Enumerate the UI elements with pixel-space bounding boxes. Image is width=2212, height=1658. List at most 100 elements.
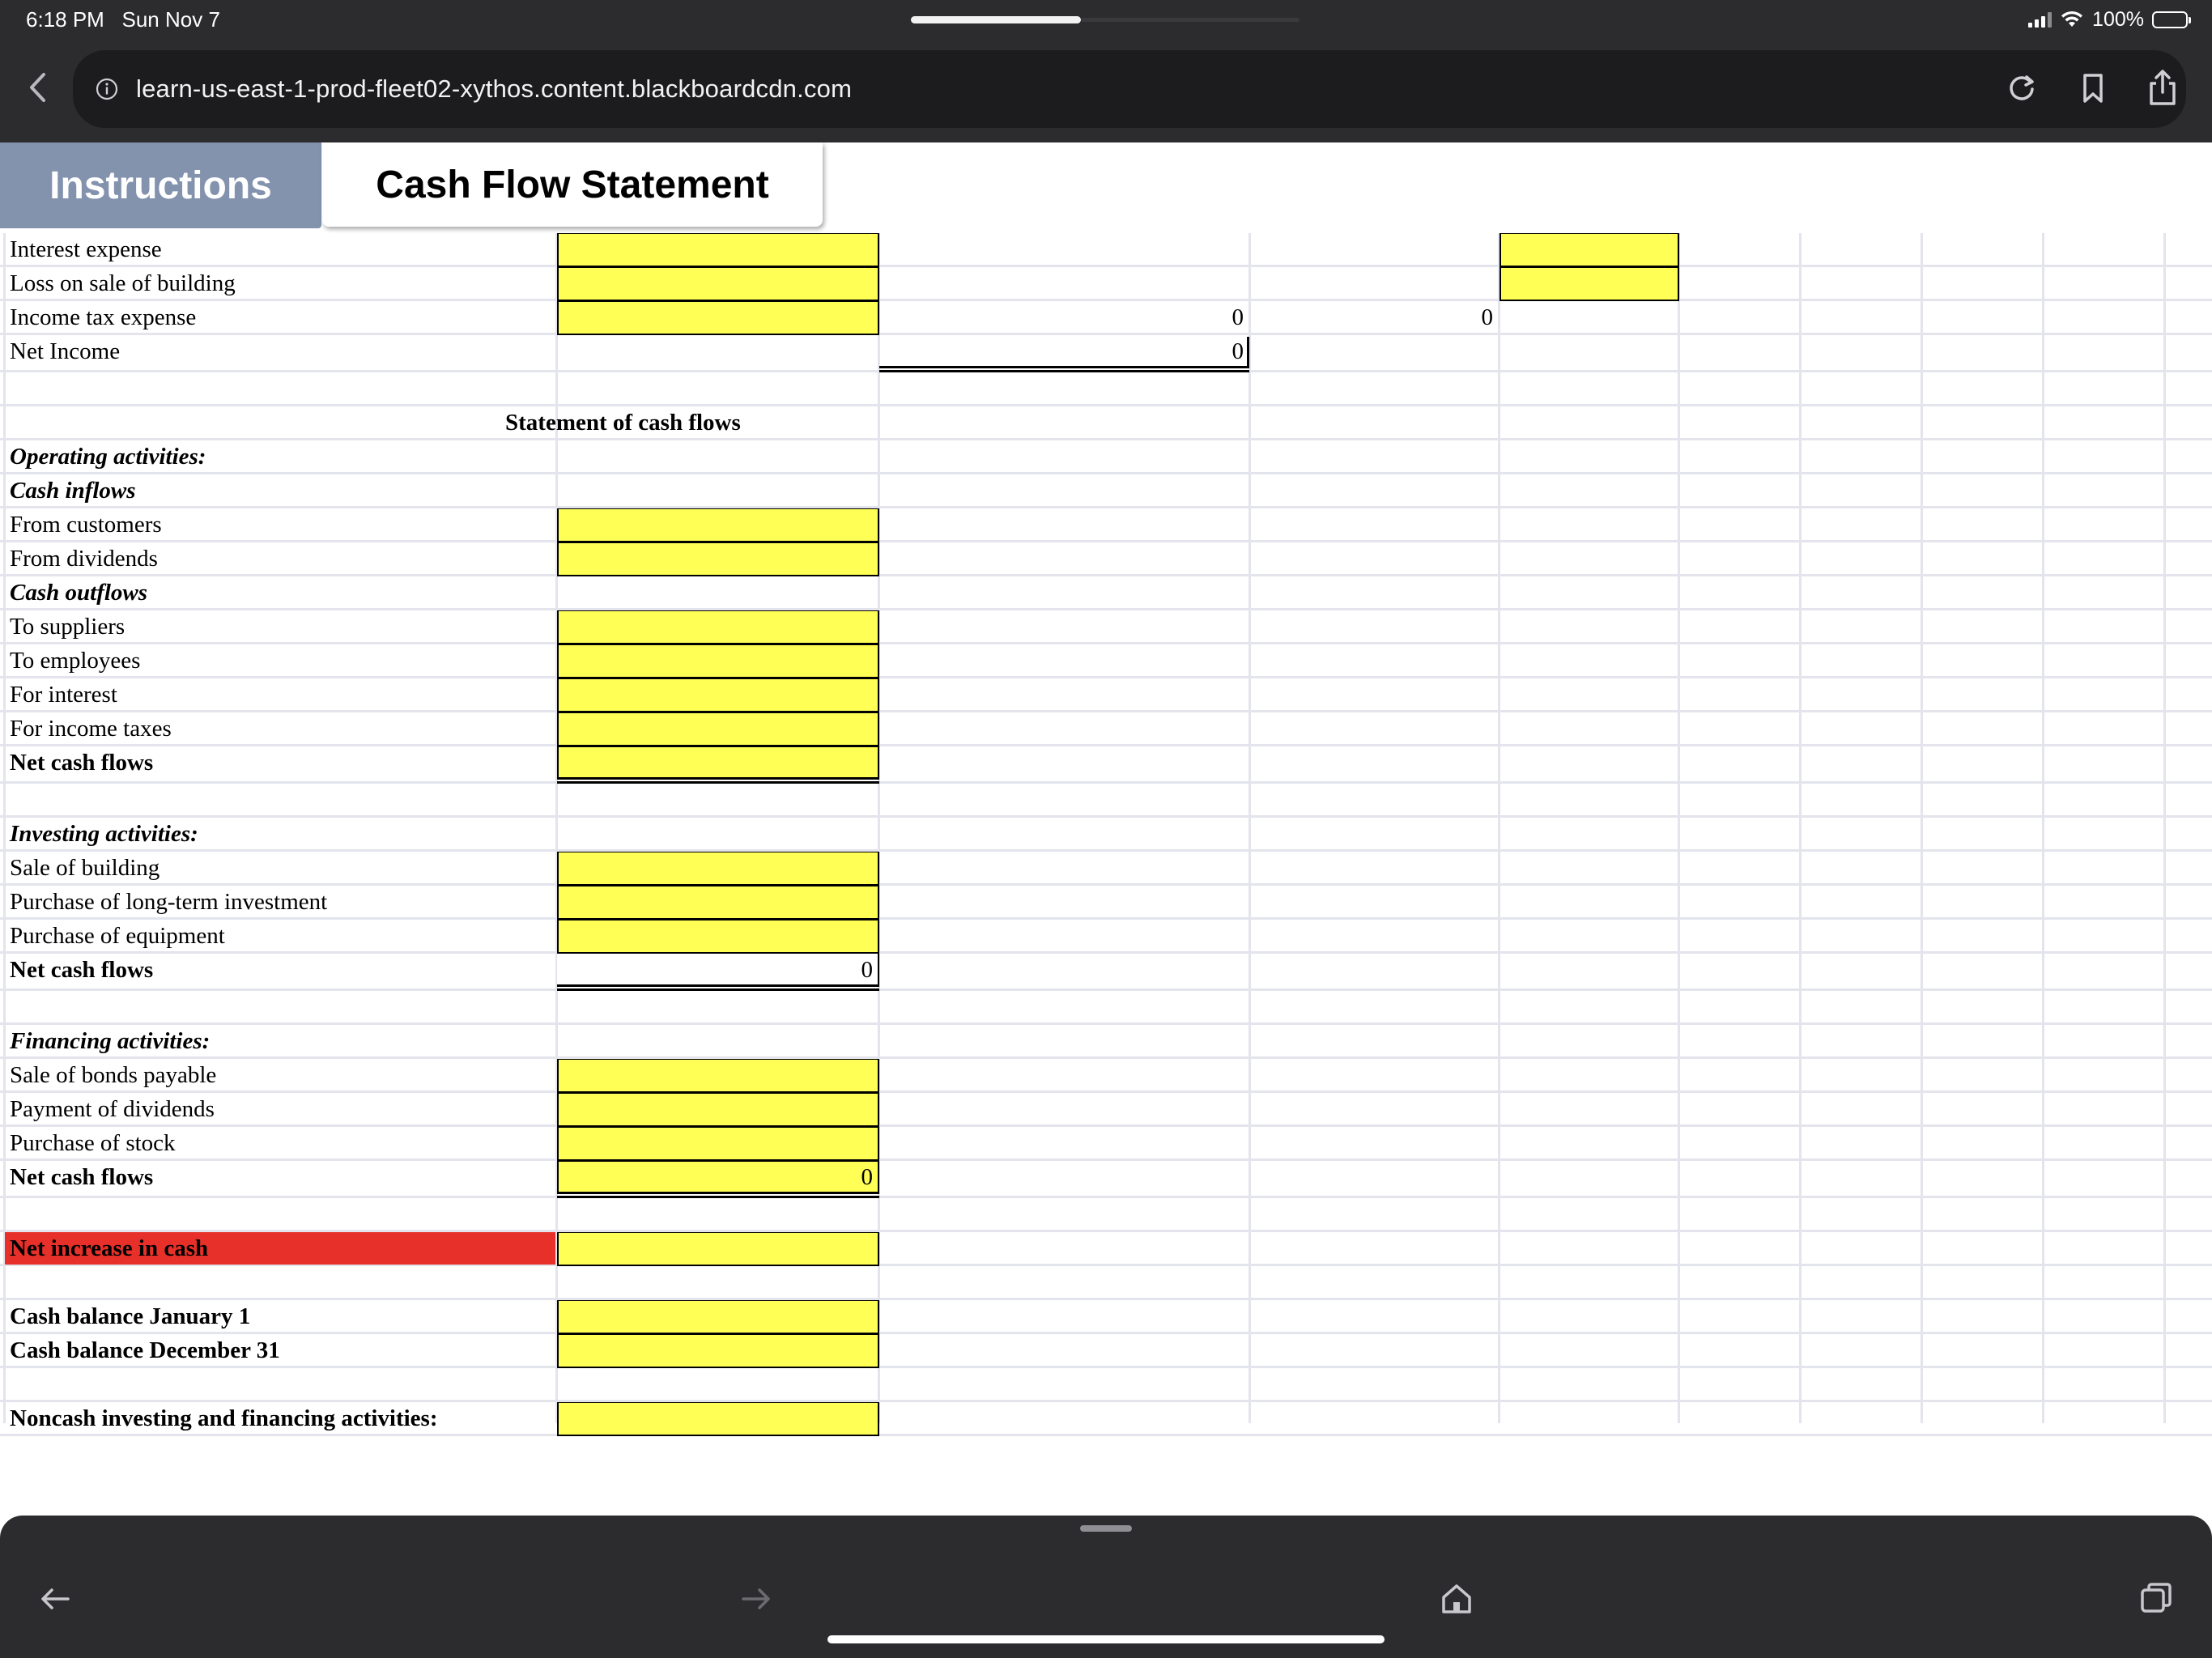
input-cell[interactable]: [557, 610, 879, 644]
table-row: Operating activities:: [0, 440, 2212, 474]
back-arrow-icon[interactable]: [36, 1579, 76, 1619]
battery-percent: 100%: [2092, 7, 2144, 31]
table-row: Net increase in cash: [0, 1232, 2212, 1266]
input-cell[interactable]: [557, 508, 879, 542]
tabs-icon[interactable]: [2136, 1579, 2176, 1619]
sheet-tabs: Instructions Cash Flow Statement: [0, 142, 2212, 228]
value-cell[interactable]: 0: [562, 1161, 874, 1193]
table-row: Loss on sale of building: [0, 267, 2212, 301]
reload-icon[interactable]: [2001, 68, 2042, 108]
home-indicator[interactable]: [827, 1635, 1385, 1643]
spreadsheet-grid: Interest expense Loss on sale of buildin…: [0, 233, 2212, 1448]
input-cell[interactable]: [557, 886, 879, 920]
table-row: For income taxes: [0, 712, 2212, 746]
row-label: To suppliers: [10, 614, 125, 640]
section-heading: Financing activities:: [10, 1028, 211, 1054]
input-cell[interactable]: [557, 920, 879, 954]
row-label: From dividends: [10, 546, 158, 572]
table-row: Purchase of long-term investment: [0, 886, 2212, 920]
row-label: For interest: [10, 682, 117, 708]
net-increase-label: Net increase in cash: [5, 1232, 555, 1265]
table-row: Cash balance December 31: [0, 1334, 2212, 1368]
input-cell[interactable]: [1499, 233, 1679, 267]
input-cell[interactable]: [557, 542, 879, 576]
table-row: Purchase of equipment: [0, 920, 2212, 954]
input-cell[interactable]: [557, 1093, 879, 1127]
table-row: Net Income 0: [0, 335, 2212, 372]
multitasking-indicator-track: [1081, 18, 1300, 22]
multitasking-indicator[interactable]: [911, 16, 1081, 23]
row-label: Sale of building: [10, 855, 160, 881]
address-bar[interactable]: learn-us-east-1-prod-fleet02-xythos.cont…: [73, 50, 2186, 128]
input-cell[interactable]: [557, 1402, 879, 1436]
table-row: [0, 784, 2212, 818]
row-label: Net cash flows: [10, 957, 154, 983]
row-label: Purchase of long-term investment: [10, 889, 328, 915]
share-icon[interactable]: [2142, 68, 2183, 108]
table-row: Statement of cash flows: [0, 406, 2212, 440]
table-row: From dividends: [0, 542, 2212, 576]
input-cell[interactable]: [557, 1232, 879, 1266]
input-cell[interactable]: [557, 852, 879, 886]
input-cell[interactable]: [557, 1127, 879, 1161]
input-cell[interactable]: [557, 1059, 879, 1093]
table-row: Cash inflows: [0, 474, 2212, 508]
row-label: Interest expense: [10, 236, 162, 262]
row-label: Cash balance January 1: [10, 1303, 251, 1329]
double-underline: [557, 1192, 879, 1198]
double-underline: [557, 777, 879, 784]
info-icon[interactable]: [96, 78, 118, 100]
table-row: [0, 1266, 2212, 1300]
row-label: Payment of dividends: [10, 1096, 215, 1122]
row-label: Loss on sale of building: [10, 270, 236, 296]
row-label: Net Income: [10, 338, 121, 364]
row-label: Sale of bonds payable: [10, 1062, 217, 1088]
status-clock: 6:18 PM: [26, 7, 104, 32]
toolbar-grabber[interactable]: [1080, 1525, 1132, 1532]
tab-instructions[interactable]: Instructions: [0, 142, 321, 228]
table-row: [0, 991, 2212, 1025]
table-row: Net cash flows: [0, 746, 2212, 784]
table-row: To employees: [0, 644, 2212, 678]
wifi-icon: [2061, 11, 2083, 27]
home-icon[interactable]: [1436, 1579, 1477, 1619]
value-cell[interactable]: 0: [883, 301, 1244, 334]
table-row: Sale of building: [0, 852, 2212, 886]
section-heading: Operating activities:: [10, 444, 206, 470]
input-cell[interactable]: [557, 644, 879, 678]
section-heading: Investing activities:: [10, 821, 198, 847]
table-row: Cash outflows: [0, 576, 2212, 610]
input-cell[interactable]: [557, 267, 879, 301]
input-cell[interactable]: [1499, 267, 1679, 301]
tab-cash-flow-statement[interactable]: Cash Flow Statement: [322, 142, 823, 227]
input-cell[interactable]: [557, 746, 879, 779]
url-text[interactable]: learn-us-east-1-prod-fleet02-xythos.cont…: [136, 71, 852, 107]
row-label: Income tax expense: [10, 304, 197, 330]
table-row: Purchase of stock: [0, 1127, 2212, 1161]
row-label: From customers: [10, 512, 162, 538]
value-cell[interactable]: 0: [883, 335, 1244, 368]
double-underline: [879, 366, 1249, 372]
table-row: Investing activities:: [0, 818, 2212, 852]
back-button[interactable]: [21, 63, 53, 112]
battery-icon: [2152, 11, 2191, 28]
input-cell[interactable]: [557, 1300, 879, 1334]
forward-arrow-icon[interactable]: [735, 1579, 776, 1619]
input-cell[interactable]: [557, 712, 879, 746]
value-cell[interactable]: 0: [562, 954, 874, 986]
status-indicators: 100%: [2028, 5, 2191, 34]
input-cell[interactable]: [557, 301, 879, 335]
row-label: Net cash flows: [10, 750, 154, 776]
value-cell[interactable]: 0: [1253, 301, 1494, 334]
row-label: To employees: [10, 648, 141, 674]
row-label: Purchase of stock: [10, 1130, 176, 1156]
table-row: Financing activities:: [0, 1025, 2212, 1059]
row-label: Purchase of equipment: [10, 923, 225, 949]
input-cell[interactable]: [557, 678, 879, 712]
bottom-toolbar: [0, 1516, 2212, 1658]
bookmark-icon[interactable]: [2073, 68, 2113, 108]
input-cell[interactable]: [557, 1334, 879, 1368]
chevron-left-icon: [30, 73, 45, 102]
table-row: Sale of bonds payable: [0, 1059, 2212, 1093]
input-cell[interactable]: [557, 233, 879, 267]
